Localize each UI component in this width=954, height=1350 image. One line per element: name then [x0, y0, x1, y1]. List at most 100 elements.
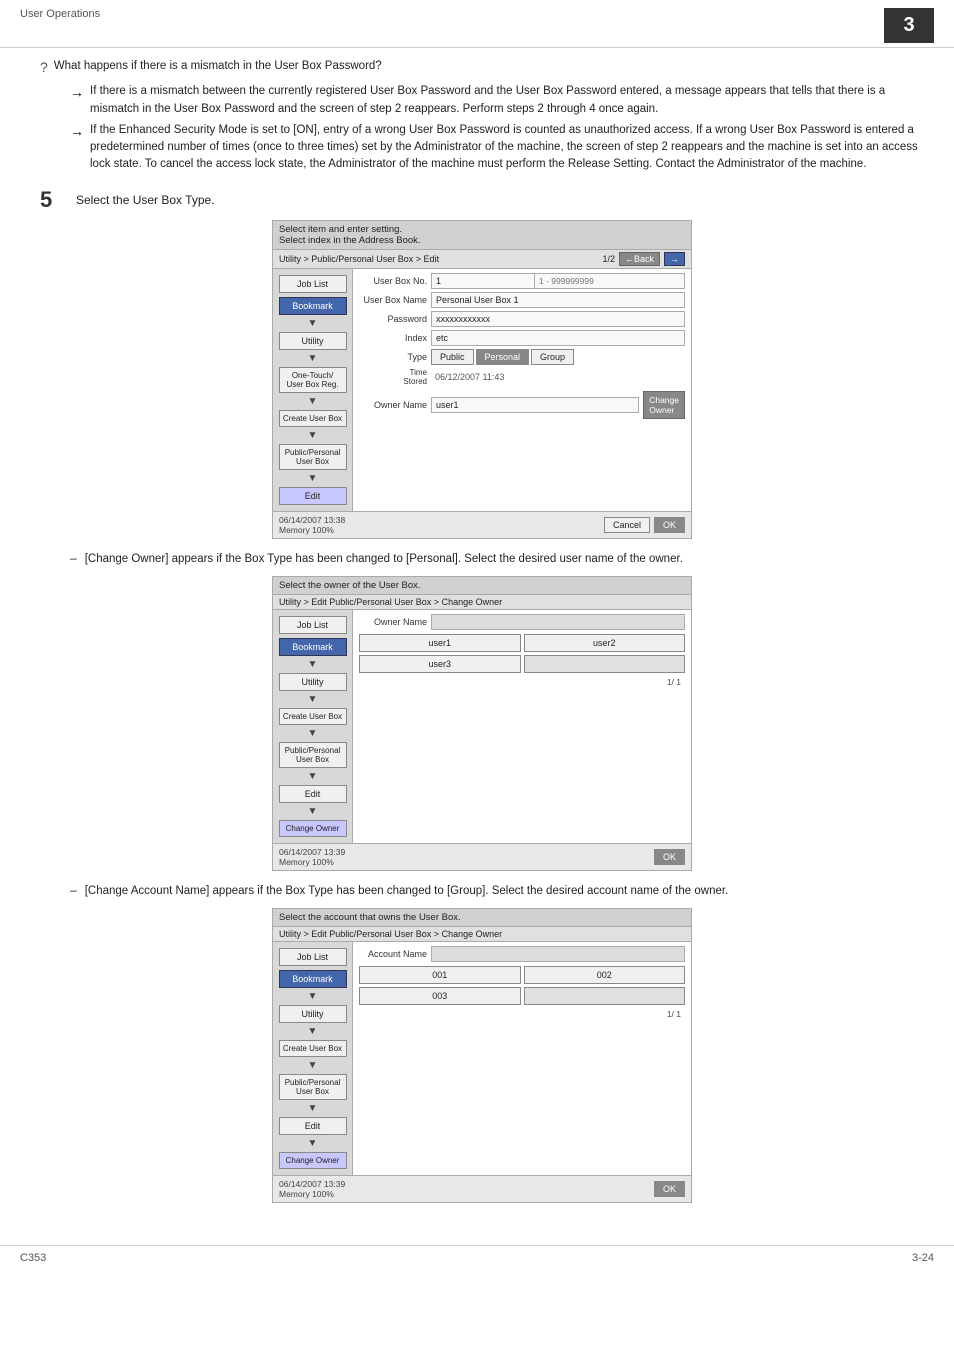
value-password: xxxxxxxxxxxx [431, 311, 685, 327]
sidebar2-arrow-5: ▼ [308, 806, 318, 817]
sidebar3-public-personal[interactable]: Public/PersonalUser Box [279, 1074, 347, 1100]
sidebar-arrow-1: ▼ [308, 318, 318, 329]
mockup1-back-btn[interactable]: ←Back [619, 252, 660, 266]
account-btn-1[interactable]: 001 [359, 966, 521, 984]
mockup2-main: Owner Name user1 user2 user3 1/ 1 [353, 610, 691, 843]
mockup1-cancel-btn[interactable]: Cancel [604, 517, 650, 533]
sidebar-job-list[interactable]: Job List [279, 275, 347, 293]
mockup2-footer-btns: OK [654, 849, 685, 865]
dash-text-2: [Change Account Name] appears if the Box… [85, 883, 729, 900]
mockup2-nav: Utility > Edit Public/Personal User Box … [273, 595, 691, 610]
mockup-2: Select the owner of the User Box. Utilit… [272, 576, 692, 871]
type-personal[interactable]: Personal [476, 349, 530, 365]
mockup2-header: Select the owner of the User Box. [273, 577, 691, 595]
sidebar2-job-list[interactable]: Job List [279, 616, 347, 634]
sidebar2-utility[interactable]: Utility [279, 673, 347, 691]
label-password: Password [359, 314, 431, 324]
sidebar2-edit[interactable]: Edit [279, 785, 347, 803]
step-number-5: 5 [40, 188, 62, 212]
mockup-1: Select item and enter setting. Select in… [272, 220, 692, 539]
value-owner: user1 [431, 397, 639, 413]
question-item: ? What happens if there is a mismatch in… [40, 58, 924, 75]
page-header: User Operations 3 [0, 0, 954, 48]
sidebar2-change-owner[interactable]: Change Owner [279, 820, 347, 837]
sidebar3-utility[interactable]: Utility [279, 1005, 347, 1023]
mockup2-breadcrumb: Utility > Edit Public/Personal User Box … [279, 597, 685, 607]
arrow-text-2: If the Enhanced Security Mode is set to … [90, 122, 924, 174]
mockup2-footer: 06/14/2007 13:39 Memory 100% OK [273, 843, 691, 870]
mockup2-ok-btn[interactable]: OK [654, 849, 685, 865]
type-group[interactable]: Group [531, 349, 574, 365]
account-btn-2[interactable]: 002 [524, 966, 686, 984]
sidebar-utility[interactable]: Utility [279, 332, 347, 350]
label-time: TimeStored [359, 368, 431, 387]
mockup1-body: Job List Bookmark ▼ Utility ▼ One-Touch/… [273, 269, 691, 511]
sidebar-arrow-3: ▼ [308, 396, 318, 407]
step-5-row: 5 Select the User Box Type. [40, 188, 924, 212]
mockup1-header-text: Select item and enter setting. [279, 224, 685, 235]
arrow-icon-2: → [70, 123, 84, 139]
value-index: etc [431, 330, 685, 346]
mockup2-footer-time: 06/14/2007 13:39 Memory 100% [279, 847, 345, 867]
sidebar2-create-user-box[interactable]: Create User Box [279, 708, 347, 725]
arrow-text-1: If there is a mismatch between the curre… [90, 83, 924, 118]
sidebar-edit[interactable]: Edit [279, 487, 347, 505]
field-input-account[interactable] [431, 946, 685, 962]
dash-icon-2: – [70, 883, 77, 897]
sidebar-public-personal[interactable]: Public/PersonalUser Box [279, 444, 347, 470]
mockup3-footer-mem: Memory 100% [279, 1189, 345, 1199]
field-index: Index etc [359, 330, 685, 346]
sidebar3-bookmark[interactable]: Bookmark [279, 970, 347, 988]
dash-item-1: – [Change Owner] appears if the Box Type… [70, 551, 924, 568]
input-account-name: Account Name [359, 946, 685, 962]
dash-item-2: – [Change Account Name] appears if the B… [70, 883, 924, 900]
page-footer: C353 3-24 [0, 1245, 954, 1270]
type-public[interactable]: Public [431, 349, 474, 365]
value-time: 06/12/2007 11:43 [431, 370, 685, 384]
arrow-item-2: → If the Enhanced Security Mode is set t… [70, 122, 924, 174]
sidebar3-arrow-3: ▼ [308, 1060, 318, 1071]
sidebar2-arrow-2: ▼ [308, 694, 318, 705]
sidebar-one-touch[interactable]: One-Touch/User Box Reg. [279, 367, 347, 393]
sidebar3-arrow-2: ▼ [308, 1026, 318, 1037]
account-btn-4 [524, 987, 686, 1005]
mockup1-header: Select item and enter setting. Select in… [273, 221, 691, 250]
account-btn-3[interactable]: 003 [359, 987, 521, 1005]
mockup3-body: Job List Bookmark ▼ Utility ▼ Create Use… [273, 942, 691, 1175]
question-text: What happens if there is a mismatch in t… [54, 58, 382, 75]
mockup3-page-indicator: 1/ 1 [359, 1009, 685, 1019]
section-title: User Operations [20, 8, 100, 20]
sidebar-bookmark[interactable]: Bookmark [279, 297, 347, 315]
sidebar2-bookmark[interactable]: Bookmark [279, 638, 347, 656]
field-input-owner[interactable] [431, 614, 685, 630]
mockup1-main: User Box No. 1 1 - 999999999 User Box Na… [353, 269, 691, 511]
user-btn-3[interactable]: user3 [359, 655, 521, 673]
arrow-icon-1: → [70, 84, 84, 100]
mockup3-ok-btn[interactable]: OK [654, 1181, 685, 1197]
label-type: Type [359, 352, 431, 362]
sidebar3-edit[interactable]: Edit [279, 1117, 347, 1135]
question-icon: ? [40, 59, 48, 75]
sidebar3-create-user-box[interactable]: Create User Box [279, 1040, 347, 1057]
mockup1-page-info: 1/2 [602, 254, 615, 264]
mockup3-main: Account Name 001 002 003 1/ 1 [353, 942, 691, 1175]
mockup2-sidebar: Job List Bookmark ▼ Utility ▼ Create Use… [273, 610, 353, 843]
mockup1-ok-btn[interactable]: OK [654, 517, 685, 533]
footer-model: C353 [20, 1252, 46, 1264]
mockup-3: Select the account that owns the User Bo… [272, 908, 692, 1203]
change-owner-btn[interactable]: ChangeOwner [643, 391, 685, 419]
sidebar-create-user-box[interactable]: Create User Box [279, 410, 347, 427]
mockup3-footer-time: 06/14/2007 13:39 Memory 100% [279, 1179, 345, 1199]
type-buttons: Public Personal Group [431, 349, 574, 365]
range-userboxno: 1 - 999999999 [535, 273, 685, 289]
user-btn-1[interactable]: user1 [359, 634, 521, 652]
mockup1-forward-btn[interactable]: → [664, 252, 685, 266]
label-userboxno: User Box No. [359, 276, 431, 286]
sidebar3-change-owner[interactable]: Change Owner [279, 1152, 347, 1169]
mockup3-header-text: Select the account that owns the User Bo… [279, 912, 685, 923]
sidebar-arrow-5: ▼ [308, 473, 318, 484]
user-btn-2[interactable]: user2 [524, 634, 686, 652]
sidebar2-public-personal[interactable]: Public/PersonalUser Box [279, 742, 347, 768]
sidebar3-job-list[interactable]: Job List [279, 948, 347, 966]
mockup3-header: Select the account that owns the User Bo… [273, 909, 691, 927]
